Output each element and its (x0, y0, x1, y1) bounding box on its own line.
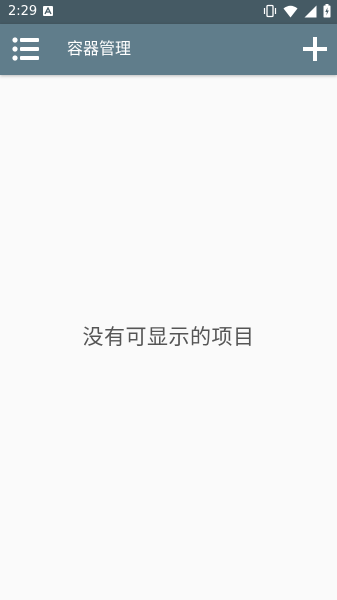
wifi-icon (283, 3, 298, 22)
list-menu-icon (12, 37, 40, 66)
vibrate-icon (263, 3, 277, 22)
status-bar: 2:29 (0, 0, 337, 24)
status-icons (263, 3, 331, 22)
signal-icon (304, 3, 317, 22)
battery-charging-icon (323, 3, 331, 22)
app-screen: 2:29 容器管理 没有可显示的项目 (0, 0, 337, 600)
app-title: 容器管理 (67, 39, 132, 58)
a-letter-notification-icon (43, 6, 53, 16)
app-bar: 容器管理 (0, 24, 337, 75)
empty-state-message: 没有可显示的项目 (82, 325, 255, 349)
plus-icon (302, 37, 328, 66)
add-button[interactable] (302, 36, 328, 62)
menu-button[interactable] (12, 36, 40, 62)
status-time: 2:29 (8, 4, 38, 19)
